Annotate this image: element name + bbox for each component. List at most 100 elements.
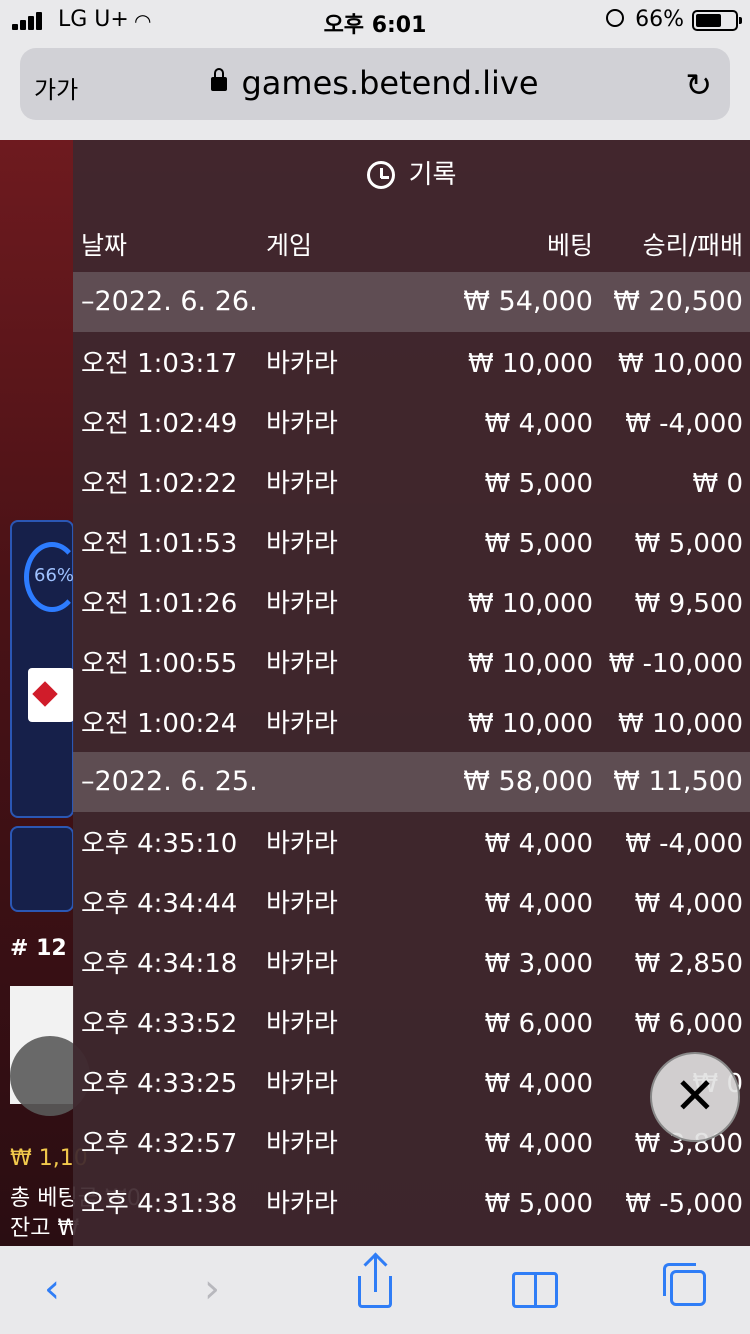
history-row: 오전 1:01:53 바카라 ₩ 5,000 ₩ 5,000 — [73, 514, 750, 574]
row-game: 바카라 — [266, 1069, 338, 1099]
row-bet: ₩ 10,000 — [468, 709, 593, 739]
row-time: 오후 4:35:10 — [81, 829, 238, 859]
row-game: 바카라 — [266, 889, 338, 919]
row-time: 오전 1:03:17 — [81, 349, 238, 379]
group-date: –2022. 6. 26. — [81, 286, 258, 317]
row-bet: ₩ 4,000 — [484, 1069, 593, 1099]
lock-icon — [211, 68, 228, 91]
col-date-header: 날짜 — [81, 231, 128, 260]
history-row: 오전 1:03:17 바카라 ₩ 10,000 ₩ 10,000 — [73, 334, 750, 394]
row-result: ₩ -5,000 — [625, 1189, 743, 1219]
row-time: 오전 1:01:26 — [81, 589, 238, 619]
forward-icon[interactable]: › — [204, 1266, 220, 1312]
row-game: 바카라 — [266, 349, 338, 379]
row-result: ₩ 10,000 — [618, 349, 743, 379]
history-row: 오전 1:01:26 바카라 ₩ 10,000 ₩ 9,500 — [73, 574, 750, 634]
url-display[interactable]: games.betend.live — [20, 64, 730, 102]
row-time: 오전 1:00:24 — [81, 709, 238, 739]
row-time: 오전 1:02:22 — [81, 469, 238, 499]
row-time: 오후 4:34:44 — [81, 889, 238, 919]
row-bet: ₩ 5,000 — [484, 529, 593, 559]
history-row: 오전 1:00:24 바카라 ₩ 10,000 ₩ 10,000 — [73, 694, 750, 754]
row-result: ₩ 4,000 — [634, 889, 743, 919]
date-group-row[interactable]: –2022. 6. 26. ₩ 54,000 ₩ 20,500 — [73, 272, 750, 332]
browser-toolbar: ‹ › — [0, 1246, 750, 1334]
group-bet-total: ₩ 54,000 — [463, 286, 593, 317]
history-panel: 기록 날짜 게임 베팅 승리/패배 –2022. 6. 26. ₩ 54,000 ₩… — [73, 140, 750, 1246]
card-diamond-icon — [28, 668, 74, 722]
row-result: ₩ -10,000 — [608, 649, 743, 679]
row-bet: ₩ 10,000 — [468, 589, 593, 619]
group-result-total: ₩ 11,500 — [613, 766, 743, 797]
col-bet-header: 베팅 — [546, 231, 593, 260]
row-bet: ₩ 4,000 — [484, 1129, 593, 1159]
row-game: 바카라 — [266, 1009, 338, 1039]
history-row: 오후 4:34:44 바카라 ₩ 4,000 ₩ 4,000 — [73, 874, 750, 934]
row-result: ₩ -4,000 — [625, 829, 743, 859]
history-row: 오후 4:33:52 바카라 ₩ 6,000 ₩ 6,000 — [73, 994, 750, 1054]
rotation-lock-icon — [606, 9, 624, 27]
bookmarks-icon[interactable] — [512, 1272, 558, 1308]
row-bet: ₩ 4,000 — [484, 889, 593, 919]
reload-icon[interactable]: ↻ — [685, 66, 712, 104]
share-icon[interactable] — [358, 1256, 392, 1308]
row-game: 바카라 — [266, 649, 338, 679]
group-result-total: ₩ 20,500 — [613, 286, 743, 317]
row-bet: ₩ 6,000 — [484, 1009, 593, 1039]
row-time: 오후 4:31:38 — [81, 1189, 238, 1219]
history-icon — [366, 161, 395, 189]
row-game: 바카라 — [266, 949, 338, 979]
row-game: 바카라 — [266, 1129, 338, 1159]
history-row: 오후 4:34:18 바카라 ₩ 3,000 ₩ 2,850 — [73, 934, 750, 994]
row-game: 바카라 — [266, 829, 338, 859]
row-time: 오전 1:00:55 — [81, 649, 238, 679]
table-number: # 12 — [10, 936, 67, 961]
row-bet: ₩ 5,000 — [484, 469, 593, 499]
row-game: 바카라 — [266, 529, 338, 559]
row-game: 바카라 — [266, 589, 338, 619]
col-game-header: 게임 — [266, 231, 313, 260]
row-time: 오후 4:34:18 — [81, 949, 238, 979]
row-game: 바카라 — [266, 409, 338, 439]
history-row: 오후 4:35:10 바카라 ₩ 4,000 ₩ -4,000 — [73, 814, 750, 874]
game-tile-secondary[interactable] — [10, 826, 74, 912]
row-result: ₩ -4,000 — [625, 409, 743, 439]
group-date: –2022. 6. 25. — [81, 766, 258, 797]
balance: 잔고 ₩ — [10, 1216, 80, 1241]
date-group-row[interactable]: –2022. 6. 25. ₩ 58,000 ₩ 11,500 — [73, 752, 750, 812]
progress-label: 66% — [34, 565, 75, 586]
history-row: 오전 1:02:22 바카라 ₩ 5,000 ₩ 0 — [73, 454, 750, 514]
row-result: ₩ 0 — [692, 469, 743, 499]
row-bet: ₩ 3,000 — [484, 949, 593, 979]
row-result: ₩ 5,000 — [634, 529, 743, 559]
row-bet: ₩ 5,000 — [484, 1189, 593, 1219]
history-row: 오전 1:02:49 바카라 ₩ 4,000 ₩ -4,000 — [73, 394, 750, 454]
history-title: 기록 — [73, 140, 750, 210]
tabs-icon[interactable] — [663, 1263, 706, 1306]
battery-icon — [692, 10, 742, 31]
row-bet: ₩ 4,000 — [484, 409, 593, 439]
address-bar[interactable]: 가가 games.betend.live ↻ — [20, 48, 730, 120]
close-button[interactable]: ✕ — [650, 1052, 740, 1142]
row-game: 바카라 — [266, 1189, 338, 1219]
row-bet: ₩ 10,000 — [468, 649, 593, 679]
history-title-text: 기록 — [408, 160, 457, 190]
history-row: 오후 4:33:25바카라₩ 4,000₩ 0 — [73, 1054, 750, 1114]
row-result: ₩ 9,500 — [634, 589, 743, 619]
row-time: 오후 4:33:25 — [81, 1069, 238, 1099]
browser-header: 가가 games.betend.live ↻ — [0, 40, 750, 140]
row-result: ₩ 6,000 — [634, 1009, 743, 1039]
row-time: 오전 1:02:49 — [81, 409, 238, 439]
status-bar: LG U+ ◠ 오후 6:01 66% — [0, 0, 750, 40]
group-bet-total: ₩ 58,000 — [463, 766, 593, 797]
back-icon[interactable]: ‹ — [44, 1266, 60, 1312]
battery-percent: 66% — [635, 7, 684, 32]
row-result: ₩ 10,000 — [618, 709, 743, 739]
row-game: 바카라 — [266, 709, 338, 739]
row-game: 바카라 — [266, 469, 338, 499]
history-row: 오후 4:32:57 바카라 ₩ 4,000 ₩ 3,800 — [73, 1114, 750, 1174]
row-time: 오후 4:33:52 — [81, 1009, 238, 1039]
history-row: 오후 4:31:38 바카라 ₩ 5,000 ₩ -5,000 — [73, 1174, 750, 1234]
history-header-row: 날짜 게임 베팅 승리/패배 — [73, 212, 750, 272]
col-result-header: 승리/패배 — [642, 231, 743, 260]
